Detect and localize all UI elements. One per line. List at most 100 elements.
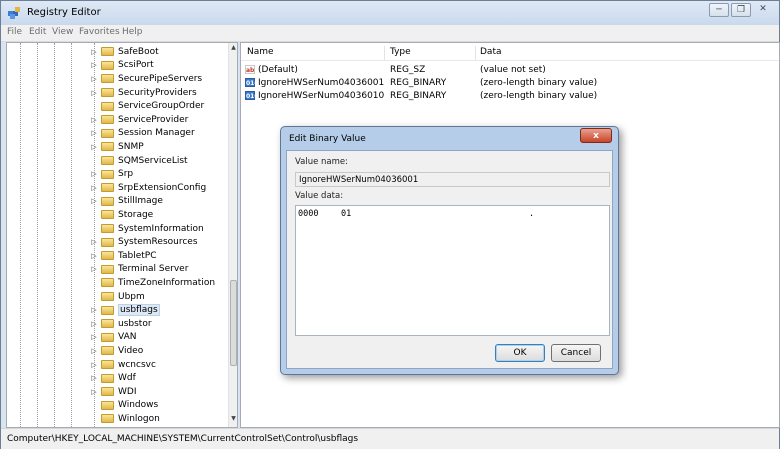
column-header-data[interactable]: Data bbox=[480, 47, 502, 57]
expand-arrow-icon[interactable]: ▷ bbox=[89, 374, 99, 382]
tree-item[interactable]: ▷ usbflags bbox=[89, 303, 160, 317]
dialog-close-button[interactable]: x bbox=[580, 128, 612, 143]
folder-icon bbox=[101, 360, 114, 370]
expand-arrow-icon[interactable]: ▷ bbox=[89, 48, 99, 56]
expand-arrow-icon[interactable]: ▷ bbox=[89, 170, 99, 178]
folder-icon bbox=[101, 332, 114, 342]
ok-button[interactable]: OK bbox=[495, 344, 545, 362]
tree-item[interactable]: Winlogon bbox=[89, 412, 160, 426]
tree-item[interactable]: Windows bbox=[89, 399, 158, 413]
menu-file[interactable]: File bbox=[7, 27, 22, 37]
tree-item-label: SNMP bbox=[118, 141, 144, 152]
value-data: (value not set) bbox=[480, 64, 546, 75]
tree-item[interactable]: Ubpm bbox=[89, 290, 145, 304]
value-name: (Default) bbox=[258, 64, 298, 75]
expand-arrow-icon[interactable]: ▷ bbox=[89, 116, 99, 124]
tree-item[interactable]: ▷ Srp bbox=[89, 167, 133, 181]
folder-icon bbox=[101, 387, 114, 397]
expand-arrow-icon[interactable]: ▷ bbox=[89, 347, 99, 355]
column-divider[interactable] bbox=[384, 46, 385, 60]
folder-icon bbox=[101, 169, 114, 179]
tree-item[interactable]: ▷ SecurityProviders bbox=[89, 86, 197, 100]
expand-arrow-icon[interactable]: ▷ bbox=[89, 320, 99, 328]
folder-icon bbox=[101, 196, 114, 206]
scroll-thumb[interactable] bbox=[230, 280, 237, 366]
folder-icon bbox=[101, 264, 114, 274]
expand-arrow-icon[interactable]: ▷ bbox=[89, 265, 99, 273]
tree-item[interactable]: ▷ Session Manager bbox=[89, 127, 194, 141]
tree-scrollbar[interactable]: ▲ ▼ bbox=[228, 43, 237, 427]
menu-edit[interactable]: Edit bbox=[29, 27, 46, 37]
tree-item[interactable]: ▷ wcncsvc bbox=[89, 358, 156, 372]
expand-arrow-icon[interactable]: ▷ bbox=[89, 129, 99, 137]
title-bar[interactable]: Registry Editor ─ ❐ ✕ bbox=[1, 1, 779, 25]
tree-item[interactable]: ▷ StillImage bbox=[89, 195, 163, 209]
restore-button[interactable]: ❐ bbox=[731, 3, 751, 17]
tree-item[interactable]: ▷ SNMP bbox=[89, 140, 144, 154]
binary-value-icon: 010 bbox=[245, 78, 259, 87]
tree-item[interactable]: ▷ Video bbox=[89, 344, 143, 358]
value-row[interactable]: 010 IgnoreHWSerNum04036001 REG_BINARY (zero… bbox=[245, 76, 775, 89]
tree-item[interactable]: ▷ Wdf bbox=[89, 371, 135, 385]
folder-icon bbox=[101, 115, 114, 125]
tree-item-label: StillImage bbox=[118, 196, 163, 207]
value-data: (zero-length binary value) bbox=[480, 90, 598, 101]
expand-arrow-icon[interactable]: ▷ bbox=[89, 333, 99, 341]
menu-favorites[interactable]: Favorites bbox=[79, 27, 120, 37]
tree-item-label: SecurityProviders bbox=[118, 87, 197, 98]
column-header-type[interactable]: Type bbox=[390, 47, 411, 57]
tree-item[interactable]: Storage bbox=[89, 208, 153, 222]
tree-item[interactable]: SQMServiceList bbox=[89, 154, 188, 168]
expand-arrow-icon[interactable]: ▷ bbox=[89, 361, 99, 369]
tree-item[interactable]: ▷ SrpExtensionConfig bbox=[89, 181, 206, 195]
tree-item[interactable]: ServiceGroupOrder bbox=[89, 99, 204, 113]
cancel-button[interactable]: Cancel bbox=[551, 344, 601, 362]
expand-arrow-icon[interactable]: ▷ bbox=[89, 252, 99, 260]
expand-arrow-icon[interactable]: ▷ bbox=[89, 184, 99, 192]
tree-item[interactable]: SystemInformation bbox=[89, 222, 204, 236]
folder-icon bbox=[101, 101, 114, 111]
expand-arrow-icon[interactable]: ▷ bbox=[89, 143, 99, 151]
expand-arrow-icon[interactable]: ▷ bbox=[89, 89, 99, 97]
tree-item[interactable]: ▷ SecurePipeServers bbox=[89, 72, 202, 86]
value-name-label: Value name: bbox=[295, 157, 349, 167]
tree-item[interactable]: ▷ ScsiPort bbox=[89, 59, 153, 73]
expand-arrow-icon[interactable]: ▷ bbox=[89, 306, 99, 314]
value-name-field: IgnoreHWSerNum04036001 bbox=[295, 172, 610, 187]
expand-arrow-icon[interactable]: ▷ bbox=[89, 388, 99, 396]
minimize-button[interactable]: ─ bbox=[709, 3, 729, 17]
column-divider[interactable] bbox=[475, 46, 476, 60]
tree-item[interactable]: ▷ SafeBoot bbox=[89, 45, 158, 59]
value-data-hex-editor[interactable]: 0000 01 . bbox=[295, 205, 610, 336]
tree-item[interactable]: ▷ Terminal Server bbox=[89, 263, 188, 277]
tree-item[interactable]: ▷ usbstor bbox=[89, 317, 151, 331]
tree-guide-line bbox=[37, 43, 38, 427]
menu-help[interactable]: Help bbox=[122, 27, 143, 37]
value-row[interactable]: 010 IgnoreHWSerNum04036010 REG_BINARY (zero… bbox=[245, 89, 775, 102]
scroll-up-arrow-icon[interactable]: ▲ bbox=[229, 44, 237, 54]
tree-item-label: SystemInformation bbox=[118, 223, 204, 234]
tree-item[interactable]: ▷ ServiceProvider bbox=[89, 113, 188, 127]
column-header-name[interactable]: Name bbox=[247, 47, 274, 57]
tree-item[interactable]: ▷ VAN bbox=[89, 331, 136, 345]
value-data: (zero-length binary value) bbox=[480, 77, 598, 88]
tree-item[interactable]: ▷ SystemResources bbox=[89, 235, 197, 249]
tree-item-label: Terminal Server bbox=[118, 264, 189, 275]
hex-bytes[interactable]: 01 bbox=[341, 209, 351, 219]
value-type: REG_SZ bbox=[390, 64, 426, 75]
folder-icon bbox=[101, 373, 114, 383]
expand-arrow-icon[interactable]: ▷ bbox=[89, 197, 99, 205]
tree-item-label: Ubpm bbox=[118, 291, 145, 302]
value-row[interactable]: ab (Default) REG_SZ (value not set) bbox=[245, 63, 775, 76]
close-button[interactable]: ✕ bbox=[753, 3, 773, 17]
registry-tree[interactable]: ▷ SafeBoot ▷ ScsiPort ▷ SecurePipeServers ▷ Sec… bbox=[6, 42, 238, 428]
expand-arrow-icon[interactable]: ▷ bbox=[89, 75, 99, 83]
tree-item[interactable]: TimeZoneInformation bbox=[89, 276, 215, 290]
menu-view[interactable]: View bbox=[52, 27, 73, 37]
tree-item[interactable]: ▷ WDI bbox=[89, 385, 136, 399]
expand-arrow-icon[interactable]: ▷ bbox=[89, 238, 99, 246]
dialog-title: Edit Binary Value bbox=[289, 134, 366, 144]
scroll-down-arrow-icon[interactable]: ▼ bbox=[229, 415, 237, 425]
tree-item[interactable]: ▷ TabletPC bbox=[89, 249, 156, 263]
expand-arrow-icon[interactable]: ▷ bbox=[89, 61, 99, 69]
